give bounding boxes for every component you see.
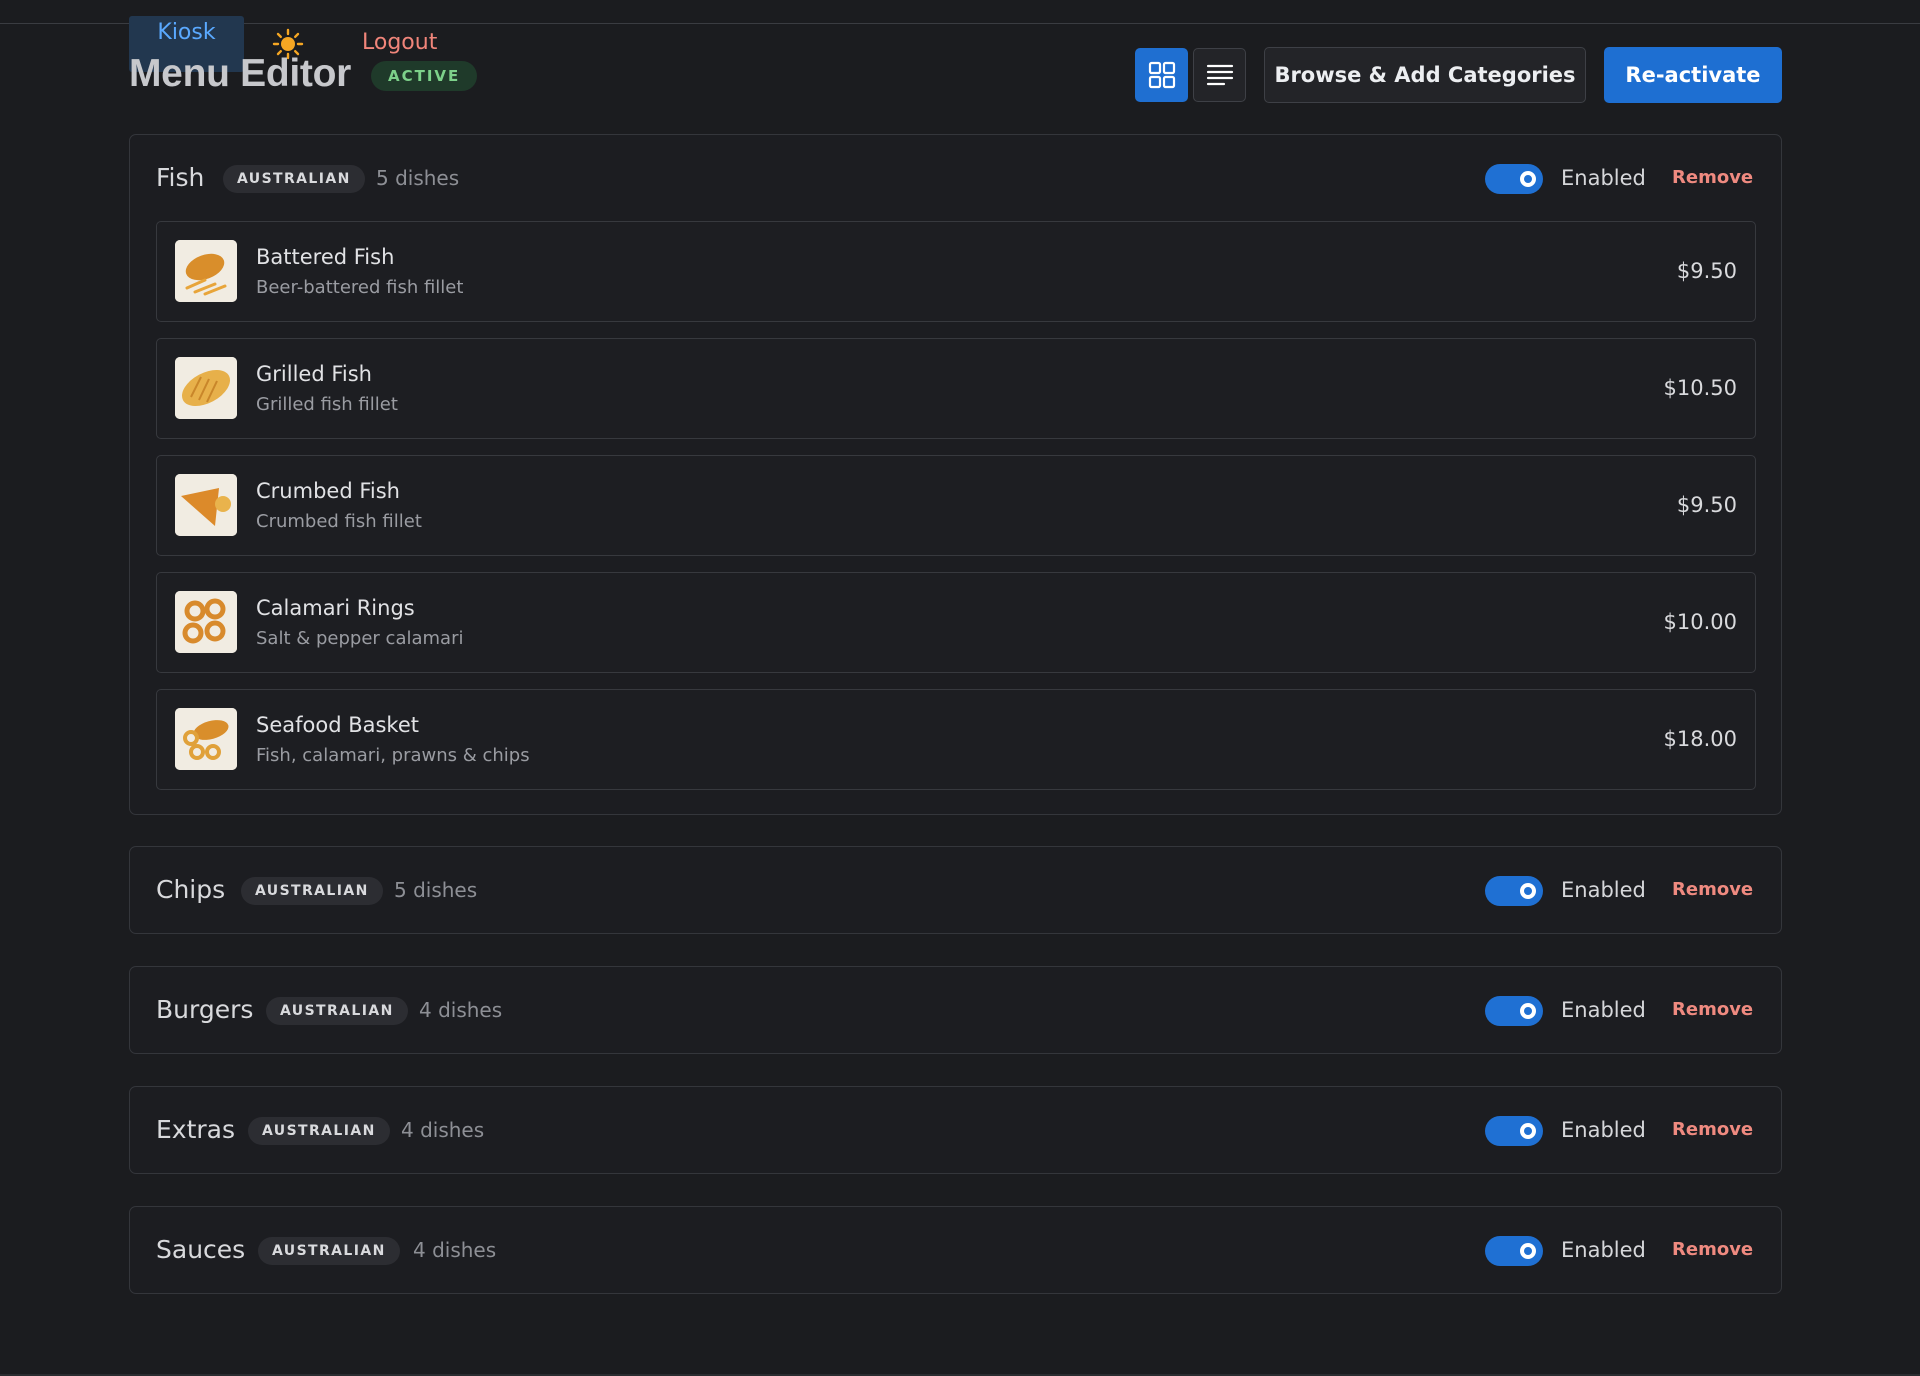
category-card-chips: Chips AUSTRALIAN 5 dishes Enabled Remove [129,846,1782,934]
category-card-extras: Extras AUSTRALIAN 4 dishes Enabled Remov… [129,1086,1782,1174]
dish-row[interactable]: Grilled Fish Grilled fish fillet $10.50 [156,338,1756,439]
dish-price: $9.50 [1676,493,1737,517]
toggle-knob [1520,883,1536,899]
enabled-toggle[interactable] [1485,996,1543,1026]
dish-image [175,708,237,770]
dish-name: Seafood Basket [256,713,419,737]
toggle-label: Enabled [1561,1118,1646,1142]
dish-count: 4 dishes [419,998,503,1022]
cuisine-badge: AUSTRALIAN [241,877,383,905]
dish-description: Fish, calamari, prawns & chips [256,745,530,766]
toggle-label: Enabled [1561,998,1646,1022]
remove-button[interactable]: Remove [1672,847,1753,933]
category-header[interactable]: Extras AUSTRALIAN 4 dishes Enabled Remov… [130,1087,1781,1173]
dish-price: $10.00 [1663,610,1737,634]
dish-price: $10.50 [1663,376,1737,400]
dish-description: Grilled fish fillet [256,394,398,415]
remove-button[interactable]: Remove [1672,135,1753,221]
dish-count: 4 dishes [413,1238,497,1262]
list-view-button[interactable] [1193,48,1246,102]
toggle-knob [1520,1123,1536,1139]
enabled-toggle[interactable] [1485,876,1543,906]
dish-row[interactable]: Crumbed Fish Crumbed fish fillet $9.50 [156,455,1756,556]
category-name: Fish [156,163,205,192]
enabled-toggle[interactable] [1485,164,1543,194]
dish-row[interactable]: Calamari Rings Salt & pepper calamari $1… [156,572,1756,673]
toggle-knob [1520,1003,1536,1019]
category-header[interactable]: Fish AUSTRALIAN 5 dishes Enabled Remove [130,135,1781,221]
remove-button[interactable]: Remove [1672,1087,1753,1173]
page-title: Menu Editor [129,52,352,95]
category-name: Burgers [156,995,254,1024]
top-divider [0,23,1920,24]
list-icon [1206,64,1233,86]
category-card-fish: Fish AUSTRALIAN 5 dishes Enabled Remove … [129,134,1782,815]
dish-count: 4 dishes [401,1118,485,1142]
status-badge: ACTIVE [371,61,478,91]
dish-description: Crumbed fish fillet [256,511,422,532]
dish-image [175,240,237,302]
logout-link[interactable]: Logout [362,30,437,55]
category-card-sauces: Sauces AUSTRALIAN 4 dishes Enabled Remov… [129,1206,1782,1294]
category-card-burgers: Burgers AUSTRALIAN 4 dishes Enabled Remo… [129,966,1782,1054]
dish-image [175,591,237,653]
grid-icon [1148,61,1175,89]
dish-image [175,357,237,419]
cuisine-badge: AUSTRALIAN [248,1117,390,1145]
enabled-toggle[interactable] [1485,1116,1543,1146]
category-name: Chips [156,875,226,904]
dish-name: Battered Fish [256,245,395,269]
remove-button[interactable]: Remove [1672,967,1753,1053]
dish-description: Salt & pepper calamari [256,628,464,649]
dish-name: Crumbed Fish [256,479,400,503]
category-header[interactable]: Chips AUSTRALIAN 5 dishes Enabled Remove [130,847,1781,933]
toggle-label: Enabled [1561,166,1646,190]
category-header[interactable]: Burgers AUSTRALIAN 4 dishes Enabled Remo… [130,967,1781,1053]
dish-name: Grilled Fish [256,362,372,386]
cuisine-badge: AUSTRALIAN [258,1237,400,1265]
toggle-knob [1520,171,1536,187]
toggle-label: Enabled [1561,878,1646,902]
enabled-toggle[interactable] [1485,1236,1543,1266]
reactivate-button[interactable]: Re-activate [1604,47,1782,103]
dish-image [175,474,237,536]
dish-name: Calamari Rings [256,596,415,620]
dish-row[interactable]: Battered Fish Beer-battered fish fillet … [156,221,1756,322]
grid-view-button[interactable] [1135,48,1188,102]
dish-description: Beer-battered fish fillet [256,277,464,298]
category-name: Extras [156,1115,236,1144]
dish-price: $18.00 [1663,727,1737,751]
cuisine-badge: AUSTRALIAN [266,997,408,1025]
dish-row[interactable]: Seafood Basket Fish, calamari, prawns & … [156,689,1756,790]
dish-count: 5 dishes [376,166,460,190]
browse-add-categories-button[interactable]: Browse & Add Categories [1264,47,1586,103]
toggle-knob [1520,1243,1536,1259]
remove-button[interactable]: Remove [1672,1207,1753,1293]
cuisine-badge: AUSTRALIAN [223,165,365,193]
dish-price: $9.50 [1676,259,1737,283]
dish-count: 5 dishes [394,878,478,902]
category-header[interactable]: Sauces AUSTRALIAN 4 dishes Enabled Remov… [130,1207,1781,1293]
category-name: Sauces [156,1235,246,1264]
toggle-label: Enabled [1561,1238,1646,1262]
